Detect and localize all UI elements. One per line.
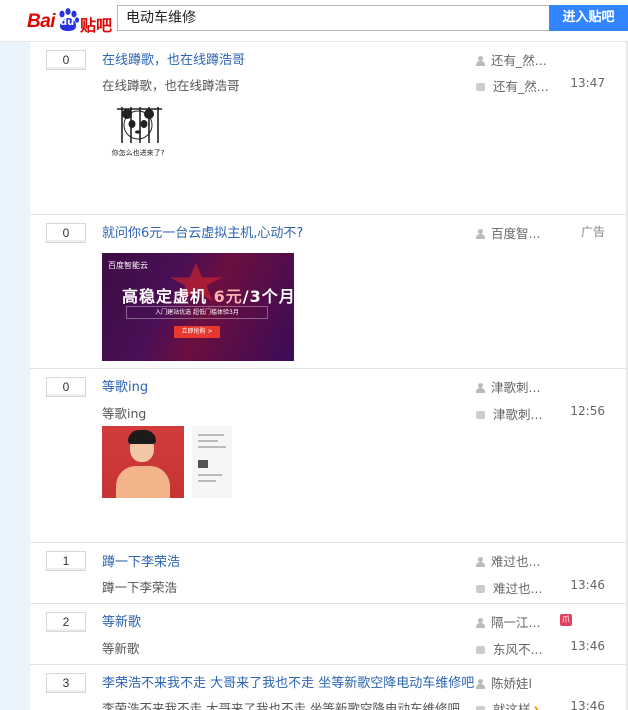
thread-title-link[interactable]: 在线蹲歌，也在线蹲浩哥 bbox=[102, 49, 245, 68]
user-icon bbox=[476, 229, 485, 239]
thread-item: 2 等新歌 等新歌 隔一江... 东风不... 13:46 bbox=[30, 604, 628, 665]
last-replier[interactable]: 难过也... bbox=[476, 578, 542, 597]
reply-time: 13:46 bbox=[570, 578, 605, 592]
thread-abstract: 等新歌 bbox=[102, 641, 140, 656]
last-replier[interactable]: 东风不... bbox=[476, 639, 542, 658]
baidu-tieba-logo[interactable]: Bai du 贴吧 bbox=[27, 8, 113, 35]
comment-icon bbox=[476, 585, 485, 593]
last-replier-name: 难过也... bbox=[493, 581, 543, 596]
thread-abstract: 在线蹲歌，也在线蹲浩哥 bbox=[102, 78, 240, 93]
thread-title-link[interactable]: 就问你6元一台云虚拟主机,心动不? bbox=[102, 222, 303, 241]
reply-count-badge: 0 bbox=[46, 223, 86, 243]
user-icon bbox=[476, 679, 485, 689]
thread-item: 3 李荣浩不来我不走 大哥来了我也不走 坐等新歌空降电动车维修吧 李荣浩不来我不… bbox=[30, 665, 628, 710]
search-input[interactable]: 电动车维修 bbox=[117, 5, 549, 31]
logo-tieba-text: 贴吧 bbox=[80, 18, 113, 35]
ad-brand: 百度智能云 bbox=[108, 261, 148, 270]
last-replier[interactable]: 就这样❯ bbox=[476, 699, 541, 710]
reply-time: 13:47 bbox=[570, 76, 605, 90]
top-header: Bai du 贴吧 电动车维修 进入贴吧 bbox=[0, 0, 628, 42]
user-icon bbox=[476, 383, 485, 393]
reply-count-badge: 0 bbox=[46, 377, 86, 397]
user-icon bbox=[476, 618, 485, 628]
thread-list: 0 在线蹲歌，也在线蹲浩哥 在线蹲歌，也在线蹲浩哥 还有_然... 还有_然..… bbox=[30, 42, 628, 710]
thread-item: 1 蹲一下李荣浩 蹲一下李荣浩 难过也... 难过也... 13:46 bbox=[30, 543, 628, 604]
ad-banner-image[interactable]: 百度智能云 高稳定虚机 6元/3个月 入门建站优选 超低门槛体验3月 立即抢购 … bbox=[102, 253, 294, 361]
thread-photo-person[interactable] bbox=[102, 426, 184, 498]
last-replier[interactable]: 津歌刺... bbox=[476, 404, 542, 423]
thread-author[interactable]: 陈娇娃l bbox=[476, 673, 532, 692]
last-replier-name: 东风不... bbox=[493, 642, 543, 657]
thread-author[interactable]: 津歌刺... bbox=[476, 377, 540, 396]
author-name: 津歌刺... bbox=[491, 380, 541, 395]
comment-icon bbox=[476, 83, 485, 91]
author-name: 难过也... bbox=[491, 554, 541, 569]
comment-icon bbox=[476, 646, 485, 654]
chevron-right-icon: ❯ bbox=[533, 706, 541, 710]
thread-author[interactable]: 还有_然... bbox=[476, 50, 547, 69]
comment-icon bbox=[476, 411, 485, 419]
member-badge-icon: 爪 bbox=[560, 614, 572, 626]
reply-time: 12:56 bbox=[570, 404, 605, 418]
thread-author[interactable]: 隔一江... bbox=[476, 612, 540, 631]
author-name: 还有_然... bbox=[491, 53, 547, 68]
ad-subline: 入门建站优选 超低门槛体验3月 bbox=[126, 306, 268, 319]
thread-item: 0 在线蹲歌，也在线蹲浩哥 在线蹲歌，也在线蹲浩哥 还有_然... 还有_然..… bbox=[30, 42, 628, 215]
reply-time: 13:46 bbox=[570, 639, 605, 653]
author-name: 百度智... bbox=[491, 226, 541, 241]
comment-icon bbox=[476, 706, 485, 710]
last-replier-name: 津歌刺... bbox=[493, 407, 543, 422]
thread-author[interactable]: 百度智... bbox=[476, 223, 540, 242]
last-replier-name: 就这样 bbox=[493, 702, 531, 710]
user-icon bbox=[476, 56, 485, 66]
logo-bai-text: Bai bbox=[27, 11, 56, 32]
last-replier[interactable]: 还有_然... bbox=[476, 76, 549, 95]
thread-abstract: 等歌ing bbox=[102, 406, 147, 421]
panda-jail-meme-image: 你怎么也进来了? bbox=[102, 105, 174, 163]
enter-tieba-button[interactable]: 进入贴吧 bbox=[549, 5, 628, 31]
author-name: 隔一江... bbox=[491, 615, 541, 630]
thread-photo-screenshot[interactable] bbox=[192, 426, 232, 498]
thread-title-link[interactable]: 等新歌 bbox=[102, 611, 141, 630]
author-name: 陈娇娃l bbox=[491, 676, 532, 691]
logo-du-text: du bbox=[60, 17, 75, 28]
svg-text:你怎么也进来了?: 你怎么也进来了? bbox=[112, 148, 165, 157]
ad-headline: 高稳定虚机 6元/3个月 bbox=[122, 287, 294, 306]
reply-count-badge: 2 bbox=[46, 612, 86, 632]
reply-count-badge: 1 bbox=[46, 551, 86, 571]
thread-author[interactable]: 难过也... bbox=[476, 551, 540, 570]
user-icon bbox=[476, 557, 485, 567]
thread-title-link[interactable]: 蹲一下李荣浩 bbox=[102, 551, 180, 570]
thread-title-link[interactable]: 等歌ing bbox=[102, 376, 148, 395]
reply-time: 13:46 bbox=[570, 699, 605, 710]
reply-count-badge: 3 bbox=[46, 673, 86, 693]
thread-title-link[interactable]: 李荣浩不来我不走 大哥来了我也不走 坐等新歌空降电动车维修吧 bbox=[102, 672, 474, 691]
thread-abstract: 李荣浩不来我不走 大哥来了我也不走 坐等新歌空降电动车维修吧 bbox=[102, 701, 460, 710]
thread-abstract: 蹲一下李荣浩 bbox=[102, 580, 178, 595]
reply-count-badge: 0 bbox=[46, 50, 86, 70]
ad-label: 广告 bbox=[580, 225, 605, 239]
thread-image-meme[interactable]: 你怎么也进来了? bbox=[102, 105, 174, 163]
ad-cta-button[interactable]: 立即抢购 > bbox=[174, 326, 220, 338]
last-replier-name: 还有_然... bbox=[493, 79, 549, 94]
